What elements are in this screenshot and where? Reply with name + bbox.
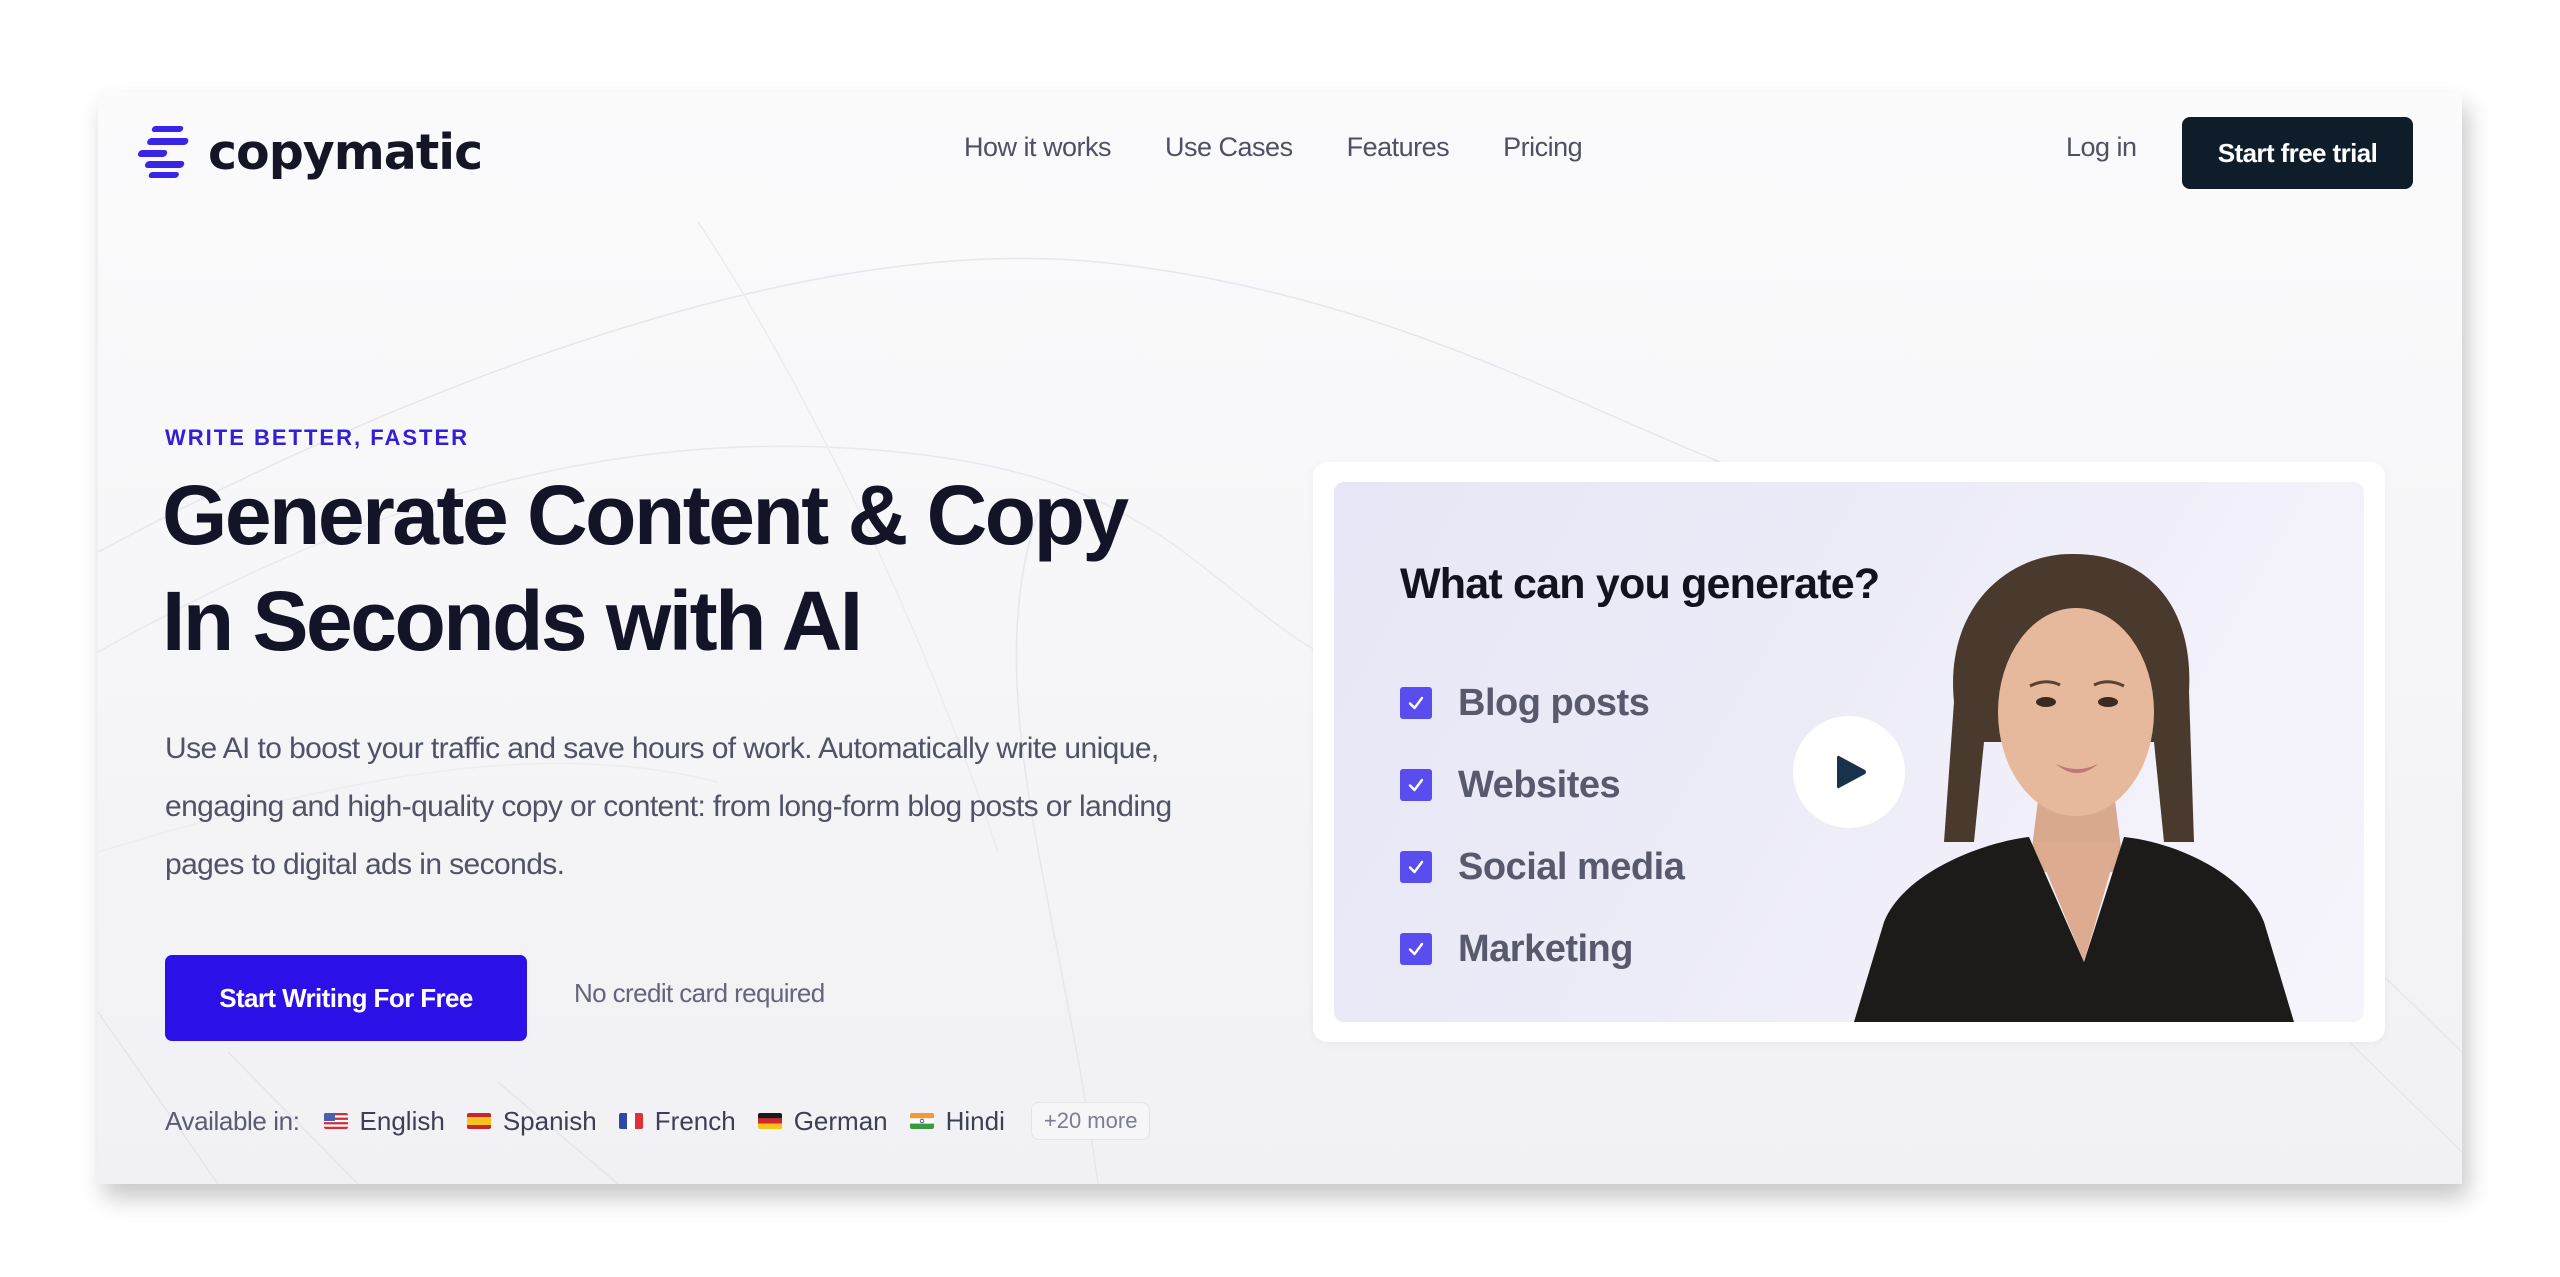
hero-subtitle: Use AI to boost your traffic and save ho… [165,732,1172,881]
language-english: English [323,1105,445,1137]
video-feature-list: Blog posts Websites Social media Marketi… [1400,662,1685,990]
copymatic-logo-icon [137,125,189,178]
video-list-label: Marketing [1458,927,1633,970]
language-spanish: Spanish [466,1105,597,1137]
language-french: French [618,1105,736,1137]
video-card: What can you generate? Blog posts Websit… [1313,462,2385,1042]
language-name: French [654,1105,736,1136]
start-writing-button[interactable]: Start Writing For Free [165,955,527,1041]
more-languages-badge[interactable]: +20 more [1030,1102,1151,1140]
us-flag-icon [323,1113,348,1129]
language-name: Hindi [945,1105,1005,1136]
top-navigation: copymatic How it works Use Cases Feature… [98,92,2462,232]
video-list-label: Social media [1458,845,1685,888]
checkbox-checked-icon [1400,851,1432,883]
language-name: German [793,1105,888,1136]
nav-link-pricing[interactable]: Pricing [1503,132,1583,163]
video-list-item: Social media [1400,826,1685,908]
language-name: Spanish [502,1105,597,1136]
language-name: English [359,1105,445,1136]
video-list-item: Blog posts [1400,662,1684,744]
checkbox-checked-icon [1400,687,1432,719]
de-flag-icon [757,1113,782,1129]
nav-link-features[interactable]: Features [1347,132,1450,163]
es-flag-icon [466,1113,491,1129]
login-link[interactable]: Log in [2066,132,2137,163]
fr-flag-icon [618,1113,643,1129]
nav-link-use-cases[interactable]: Use Cases [1165,132,1293,163]
play-button[interactable] [1793,716,1905,828]
checkbox-checked-icon [1400,933,1432,965]
hero-headline: Generate Content & Copy In Seconds with … [162,462,1262,674]
language-german: German [757,1105,888,1137]
headline-line-1: Generate Content & Copy [162,468,1129,562]
checkbox-checked-icon [1400,769,1432,801]
no-credit-card-note: No credit card required [574,978,825,1008]
browser-page-frame: copymatic How it works Use Cases Feature… [98,92,2462,1184]
in-flag-icon [909,1113,934,1129]
video-list-label: Websites [1458,763,1621,806]
language-hindi: Hindi [909,1105,1005,1137]
nav-links: How it works Use Cases Features Pricing [964,132,1636,163]
logo-text: copymatic [208,123,483,181]
video-list-item: Marketing [1400,908,1684,990]
hero-eyebrow: WRITE BETTER, FASTER [165,425,469,450]
languages-label: Available in: [165,1105,300,1136]
nav-link-how-it-works[interactable]: How it works [964,132,1112,163]
headline-line-2: In Seconds with AI [162,574,863,668]
video-list-item: Websites [1400,744,1684,826]
logo[interactable]: copymatic [136,122,483,182]
video-player[interactable]: What can you generate? Blog posts Websit… [1334,482,2364,1022]
available-languages: Available in: English Spanish French Ger… [165,1102,1151,1140]
start-free-trial-button[interactable]: Start free trial [2182,117,2413,189]
video-list-label: Blog posts [1458,681,1650,724]
play-icon [1837,755,1866,789]
